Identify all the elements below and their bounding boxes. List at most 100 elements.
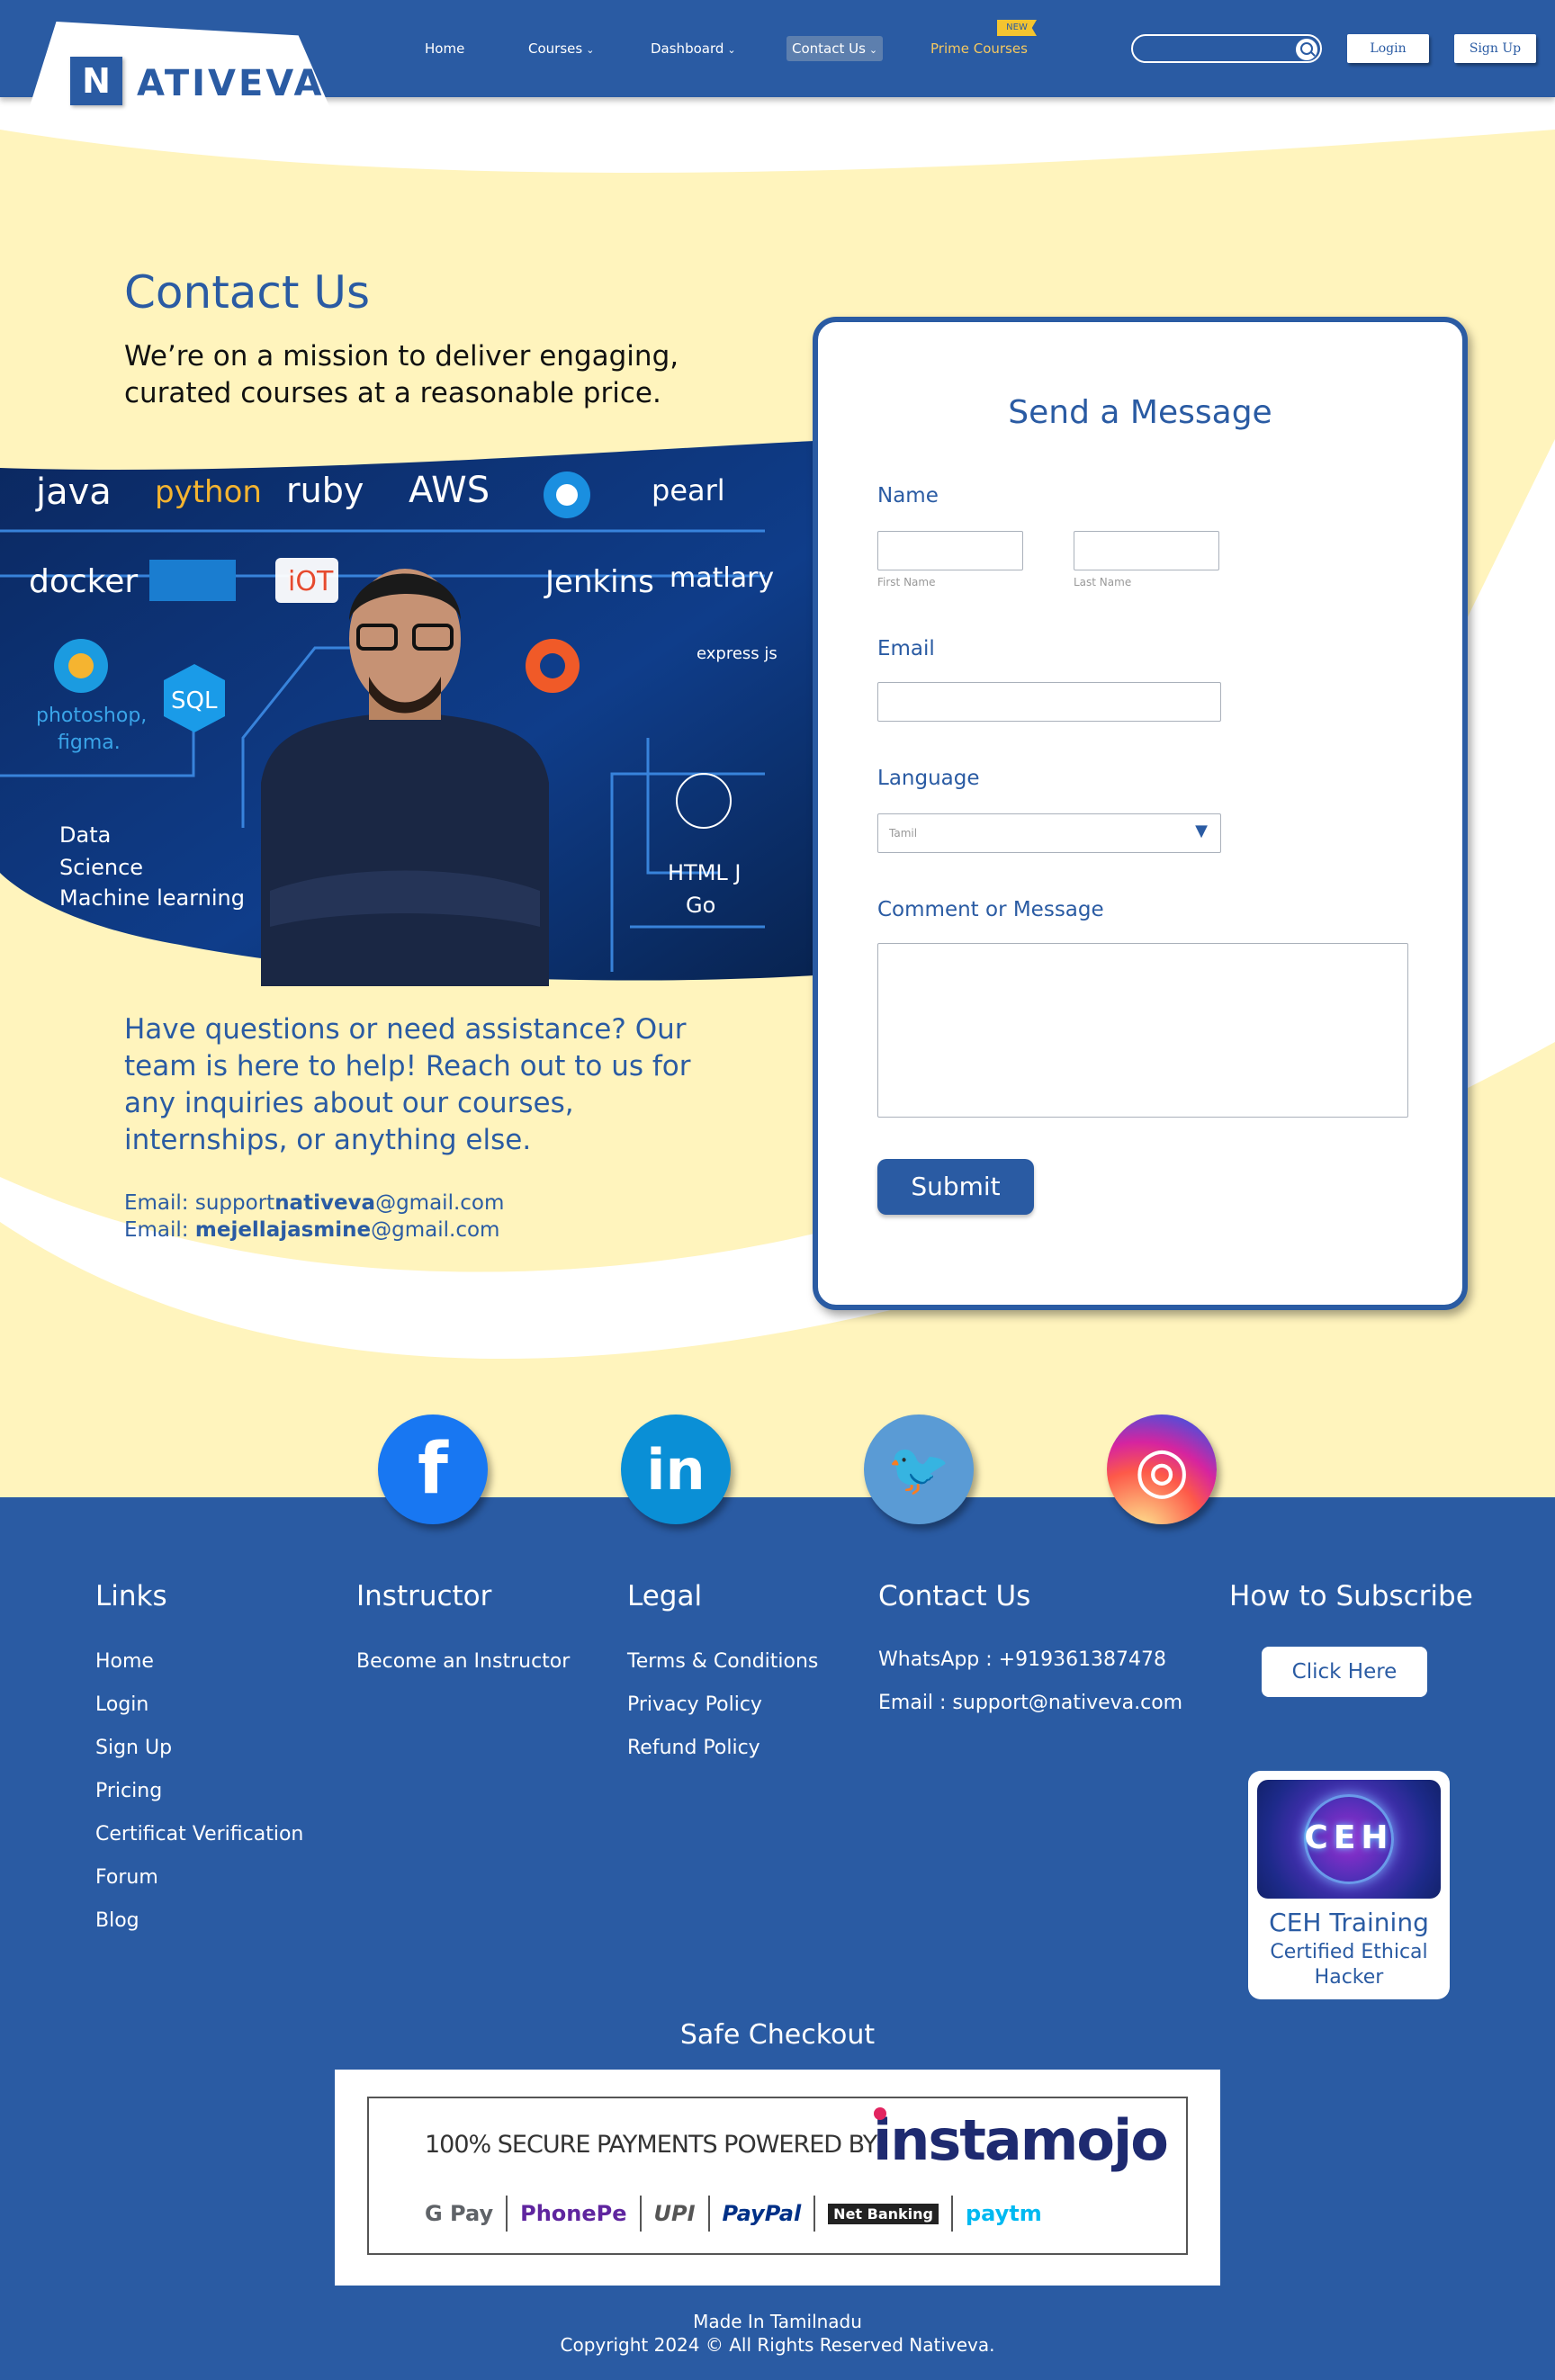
hero-word-science: Science xyxy=(59,855,143,880)
nav-contact-us[interactable]: Contact Us ⌄ xyxy=(786,36,884,61)
support-email-suffix: @gmail.com xyxy=(375,1191,505,1215)
login-button[interactable]: Login xyxy=(1347,34,1429,63)
email-field[interactable] xyxy=(877,682,1221,722)
hero-word-go: Go xyxy=(686,893,715,918)
chevron-down-icon: ⌄ xyxy=(727,44,736,56)
ceh-training-card[interactable]: CEH CEH Training Certified Ethical Hacke… xyxy=(1248,1771,1450,1999)
nav-contact-us-label: Contact Us xyxy=(792,40,866,57)
chevron-down-icon: ⌄ xyxy=(868,44,878,56)
divider xyxy=(707,2196,710,2232)
footer-link-privacy[interactable]: Privacy Policy xyxy=(627,1693,762,1716)
language-select[interactable]: Tamil ▼ xyxy=(877,813,1221,853)
hero-word-matlary: matlary xyxy=(670,562,774,594)
hero-word-data: Data xyxy=(59,822,111,848)
personal-email-suffix: @gmail.com xyxy=(371,1218,500,1242)
footer-link-forum[interactable]: Forum xyxy=(95,1866,158,1889)
footer-instructor-title: Instructor xyxy=(356,1580,492,1612)
personal-email-prefix: Email: xyxy=(124,1218,195,1242)
payment-banner: 100% SECURE PAYMENTS POWERED BY instamoj… xyxy=(335,2070,1220,2286)
divider xyxy=(950,2196,953,2232)
ceh-logo: CEH xyxy=(1304,1819,1394,1856)
assist-text: Have questions or need assistance? Our t… xyxy=(124,1013,691,1156)
footer-links-title: Links xyxy=(95,1580,167,1612)
logo-text[interactable]: ATIVEVA xyxy=(137,63,325,104)
signup-button[interactable]: Sign Up xyxy=(1454,34,1536,63)
hero-word-ruby: ruby xyxy=(286,471,364,510)
ceh-subtitle: Certified Ethical Hacker xyxy=(1270,1941,1428,1989)
hero-word-ml: Machine learning xyxy=(59,885,245,911)
payment-methods: G Pay PhonePe UPI PayPal Net Banking pay… xyxy=(425,2192,1042,2235)
footer-link-login[interactable]: Login xyxy=(95,1693,148,1716)
hero-word-sql-dup: SQL xyxy=(171,687,218,714)
nav-courses[interactable]: Courses ⌄ xyxy=(528,36,594,61)
hero-word-pearl: pearl xyxy=(652,473,725,507)
divider xyxy=(639,2196,642,2232)
twitter-glyph: 🐦 xyxy=(887,1441,950,1499)
message-textarea[interactable] xyxy=(877,943,1408,1118)
made-in-text: Made In Tamilnadu xyxy=(693,2311,862,2332)
nav-dashboard-label: Dashboard xyxy=(651,40,724,57)
footer-link-certificate[interactable]: Certificat Verification xyxy=(95,1823,303,1846)
new-badge: NEW xyxy=(997,20,1037,36)
hero-word-figma: figma. xyxy=(58,732,121,754)
footer-link-blog[interactable]: Blog xyxy=(95,1909,139,1932)
instagram-icon[interactable]: ◎ xyxy=(1107,1415,1217,1524)
instagram-glyph: ◎ xyxy=(1134,1432,1190,1506)
jenkins-tile xyxy=(149,560,236,601)
nav-dashboard[interactable]: Dashboard ⌄ xyxy=(651,36,736,61)
nav-courses-label: Courses xyxy=(528,40,583,57)
footer-email[interactable]: Email : support@nativeva.com xyxy=(878,1692,1182,1714)
footer-link-signup[interactable]: Sign Up xyxy=(95,1737,172,1759)
contact-form-card: Send a Message Name First Name Last Name… xyxy=(813,317,1468,1310)
submit-button[interactable]: Submit xyxy=(877,1159,1034,1215)
ceh-title: CEH Training xyxy=(1269,1908,1429,1937)
search-icon[interactable] xyxy=(1296,39,1317,60)
click-here-button[interactable]: Click Here xyxy=(1262,1647,1427,1697)
phonepe-logo: PhonePe xyxy=(520,2201,627,2226)
hero-word-photoshop: photoshop, xyxy=(36,705,147,727)
footer-link-become-instructor[interactable]: Become an Instructor xyxy=(356,1650,570,1673)
linkedin-glyph: in xyxy=(646,1436,706,1503)
nav-home-label: Home xyxy=(425,40,465,57)
support-email[interactable]: Email: supportnativeva@gmail.com xyxy=(124,1191,504,1215)
footer-link-home[interactable]: Home xyxy=(95,1650,154,1673)
page-title: Contact Us xyxy=(124,266,371,319)
hero-word-python: python xyxy=(155,474,262,510)
gpay-logo: G Pay xyxy=(425,2201,494,2226)
first-name-hint: First Name xyxy=(877,576,936,588)
copyright-text: Copyright 2024 © All Rights Reserved Nat… xyxy=(560,2334,995,2356)
search-input[interactable] xyxy=(1131,34,1322,63)
first-name-field[interactable] xyxy=(877,531,1023,570)
instamojo-logo: instamojo xyxy=(873,2107,1169,2173)
form-title: Send a Message xyxy=(1008,394,1272,431)
nav-home[interactable]: Home xyxy=(425,36,464,61)
nav-prime-courses[interactable]: Prime Courses xyxy=(930,36,1028,61)
safe-checkout-title: Safe Checkout xyxy=(679,2019,876,2051)
language-label: Language xyxy=(877,767,980,790)
last-name-field[interactable] xyxy=(1074,531,1219,570)
personal-email[interactable]: Email: mejellajasmine@gmail.com xyxy=(124,1218,499,1242)
footer-link-terms[interactable]: Terms & Conditions xyxy=(627,1650,818,1673)
footer-subscribe-title: How to Subscribe xyxy=(1229,1580,1473,1612)
hero-word-iot-dup: iOT xyxy=(288,566,334,597)
ceh-banner: CEH xyxy=(1257,1780,1441,1899)
logo-icon[interactable]: N xyxy=(70,57,122,105)
support-email-prefix: Email: support xyxy=(124,1191,275,1215)
footer-link-pricing[interactable]: Pricing xyxy=(95,1780,162,1802)
footer-legal-title: Legal xyxy=(627,1580,703,1612)
upi-logo: UPI xyxy=(653,2201,696,2226)
secure-payments-text: 100% SECURE PAYMENTS POWERED BY xyxy=(425,2131,877,2159)
footer-link-refund[interactable]: Refund Policy xyxy=(627,1737,760,1759)
footer-whatsapp[interactable]: WhatsApp : +919361387478 xyxy=(878,1648,1166,1671)
hero-tech-image: java python ruby AWS pearl docker jenkin… xyxy=(0,441,814,986)
payment-banner-frame: 100% SECURE PAYMENTS POWERED BY instamoj… xyxy=(367,2097,1188,2255)
linkedin-icon[interactable]: in xyxy=(621,1415,731,1524)
footer-contact-title: Contact Us xyxy=(878,1580,1031,1612)
facebook-icon[interactable]: f xyxy=(378,1415,488,1524)
message-label: Comment or Message xyxy=(877,898,1104,921)
page-subtitle: We’re on a mission to deliver engaging, … xyxy=(124,340,679,409)
personal-email-bold: mejellajasmine xyxy=(194,1218,372,1242)
twitter-icon[interactable]: 🐦 xyxy=(864,1415,974,1524)
divider xyxy=(813,2196,816,2232)
hero-word-express: express js xyxy=(697,644,778,663)
